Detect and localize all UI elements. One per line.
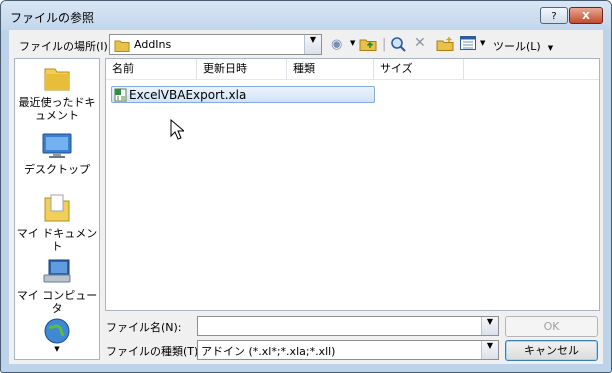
file-browse-dialog: ファイルの参照 ? X ファイルの場所(I): AddIns ▼ ◉ ▼ | ✕	[0, 0, 612, 373]
place-my-documents[interactable]: マイ ドキュメント	[15, 192, 99, 253]
place-my-computer[interactable]: マイ コンピュータ	[15, 258, 99, 315]
place-network[interactable]: ▼	[15, 317, 99, 353]
place-recent[interactable]: 最近使ったドキュメント	[15, 63, 99, 122]
dialog-title: ファイルの参照	[10, 11, 95, 25]
toolbar-separator: |	[382, 37, 387, 52]
filetype-select[interactable]: アドイン (*.xl*;*.xla;*.xll) ▼	[197, 340, 499, 360]
tools-label: ツール(L)	[493, 40, 541, 53]
excel-addin-icon	[114, 88, 127, 102]
header-divider	[106, 79, 599, 80]
back-icon[interactable]: ◉	[331, 37, 342, 52]
look-in-value: AddIns	[134, 38, 172, 51]
back-dropdown-icon[interactable]: ▼	[350, 39, 355, 47]
my-computer-icon	[43, 259, 71, 283]
folder-icon	[114, 40, 130, 52]
views-dropdown-icon[interactable]: ▼	[480, 39, 485, 47]
place-desktop[interactable]: デスクトップ	[15, 132, 99, 176]
delete-icon[interactable]: ✕	[414, 35, 426, 51]
help-button[interactable]: ?	[540, 7, 568, 24]
list-item[interactable]: ExcelVBAExport.xla	[111, 86, 375, 103]
filename-label: ファイル名(N):	[106, 321, 182, 334]
dialog-body: ファイルの場所(I): AddIns ▼ ◉ ▼ | ✕ ▼ ツール(L) ▼	[9, 30, 603, 364]
cancel-button[interactable]: キャンセル	[505, 340, 598, 361]
places-bar: 最近使ったドキュメント デスクトップ マイ ドキュメント マイ コンピュータ ▼	[14, 58, 100, 360]
tools-menu[interactable]: ツール(L) ▼	[493, 38, 553, 54]
place-my-computer-label: マイ コンピュータ	[16, 289, 98, 315]
file-list[interactable]: 名前 更新日時 種類 サイズ ExcelVBAExport.xla	[105, 58, 600, 311]
filename-input[interactable]: ▼	[197, 316, 499, 336]
chevron-down-icon[interactable]: ▼	[304, 35, 321, 54]
look-in-dropdown[interactable]: AddIns ▼	[109, 34, 322, 55]
new-folder-icon[interactable]	[436, 36, 454, 52]
filetype-dropdown-icon[interactable]: ▼	[481, 341, 498, 359]
place-recent-label: 最近使ったドキュメント	[18, 96, 96, 122]
title-bar[interactable]: ファイルの参照 ? X	[1, 1, 611, 30]
search-web-icon[interactable]	[390, 36, 406, 52]
filetype-value: アドイン (*.xl*;*.xla;*.xll)	[201, 345, 336, 358]
up-folder-icon[interactable]	[359, 36, 377, 52]
tools-dropdown-icon: ▼	[547, 44, 554, 52]
place-desktop-label: デスクトップ	[24, 163, 90, 176]
my-documents-icon	[44, 194, 70, 222]
mouse-cursor-icon	[170, 119, 184, 140]
ok-button[interactable]: OK	[505, 316, 598, 337]
close-button[interactable]: X	[569, 7, 603, 24]
column-header-type[interactable]: 種類	[287, 59, 374, 79]
filename-dropdown-icon[interactable]: ▼	[481, 317, 498, 335]
filetype-label: ファイルの種類(T):	[106, 345, 203, 358]
views-icon[interactable]	[460, 36, 476, 51]
places-scroll-down-icon[interactable]: ▼	[15, 345, 99, 353]
column-header-size[interactable]: サイズ	[374, 59, 464, 79]
desktop-icon	[42, 133, 72, 158]
network-globe-icon	[44, 318, 70, 344]
place-my-documents-label: マイ ドキュメント	[16, 227, 98, 253]
column-header-modified[interactable]: 更新日時	[197, 59, 287, 79]
look-in-label: ファイルの場所(I):	[19, 40, 112, 53]
column-header-name[interactable]: 名前	[106, 59, 197, 79]
file-name: ExcelVBAExport.xla	[129, 88, 247, 102]
recent-folder-icon	[44, 68, 70, 91]
